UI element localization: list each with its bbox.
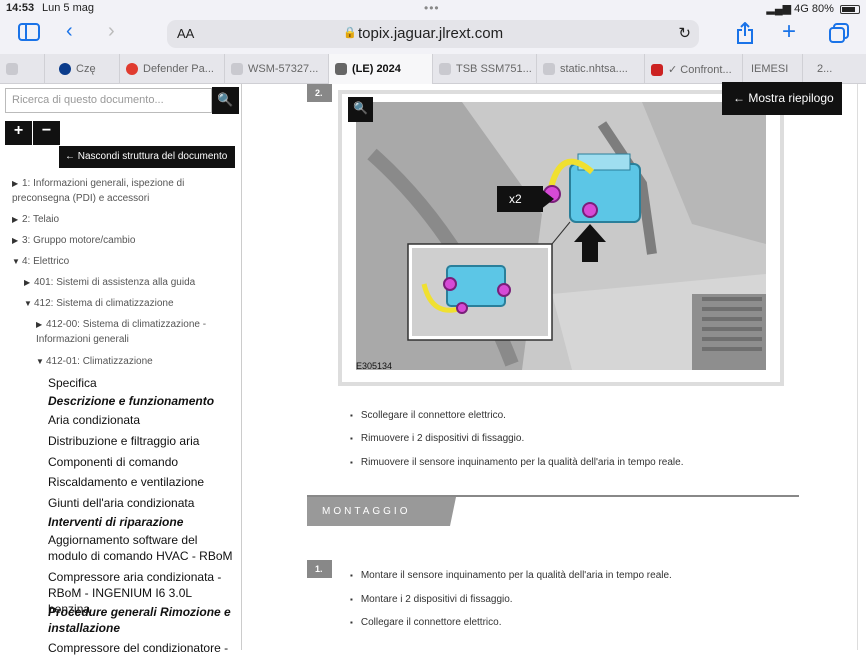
tree-item-412[interactable]: ▼ 412: Sistema di climatizzazione <box>24 296 174 311</box>
tab-wsm[interactable]: WSM-57327... <box>224 54 328 84</box>
network-label: 4G <box>794 3 809 15</box>
heading-descrizione: Descrizione e funzionamento <box>48 394 215 408</box>
tab-favicon-icon <box>59 63 71 76</box>
collapse-arrow-icon[interactable]: ▼ <box>36 354 46 369</box>
tab-close-icon[interactable] <box>335 63 347 76</box>
tree-item-gruppo-motore[interactable]: ▶ 3: Gruppo motore/cambio <box>12 233 135 248</box>
lock-icon: 🔒 <box>343 27 357 39</box>
tab-more[interactable]: 2... <box>802 54 866 84</box>
bullet-item: Rimuovere i 2 dispositivi di fissaggio. <box>350 433 524 444</box>
search-icon: 🔍 <box>217 92 234 107</box>
tree-item-401[interactable]: ▶ 401: Sistemi di assistenza alla guida <box>24 275 195 290</box>
leaf-componenti[interactable]: Componenti di comando <box>48 454 178 470</box>
zoom-in-icon: 🔍 <box>353 101 368 115</box>
content-scroll-edge <box>857 84 858 650</box>
tab-bar: Czę Defender Pa... WSM-57327... (LE) 202… <box>0 54 866 84</box>
battery-label: 80% <box>811 3 834 15</box>
leaf-specifica[interactable]: Specifica <box>48 375 97 391</box>
tree-item-412-01[interactable]: ▼ 412-01: Climatizzazione <box>36 354 153 369</box>
share-icon[interactable] <box>736 21 754 50</box>
tab-pdf-icon <box>651 64 663 77</box>
new-tab-icon[interactable]: + <box>782 18 796 46</box>
show-summary-button[interactable]: ← Mostra riepilogo <box>722 82 842 115</box>
bullet-item: Rimuovere il sensore inquinamento per la… <box>350 457 684 468</box>
status-bar: 14:53 Lun 5 mag ••• ▂▄▆ 4G 80% <box>0 0 866 16</box>
search-input[interactable]: Ricerca di questo documento... <box>5 88 212 113</box>
leaf-riscaldamento[interactable]: Riscaldamento e ventilazione <box>48 474 204 490</box>
hide-structure-button[interactable]: ← Nascondi struttura del documento <box>59 146 235 168</box>
status-right: ▂▄▆ 4G 80% <box>766 2 860 15</box>
tab-active-le2024[interactable]: (LE) 2024 <box>328 54 432 84</box>
url-text: topix.jaguar.jlrext.com <box>358 25 504 42</box>
signal-icon: ▂▄▆ <box>766 3 792 15</box>
leaf-giunti[interactable]: Giunti dell'aria condizionata <box>48 495 194 511</box>
tree-item-informazioni[interactable]: ▶ 1: Informazioni generali, ispezione di … <box>12 176 234 206</box>
browser-toolbar: ‹ › AA 🔒 topix.jaguar.jlrext.com ↻ + <box>0 16 866 54</box>
collapse-all-button[interactable]: − <box>33 121 60 145</box>
figure-code: E305134 <box>356 361 393 371</box>
minus-icon: − <box>41 122 52 139</box>
expand-arrow-icon[interactable]: ▶ <box>12 176 22 191</box>
clock: 14:53 <box>6 2 35 14</box>
tab-favicon-icon <box>231 63 243 76</box>
tab-tsb[interactable]: TSB SSM751... <box>432 54 536 84</box>
tab-confront[interactable]: ✓ Confront... <box>644 54 742 84</box>
sensor-illustration: x2 <box>342 94 780 382</box>
step-number-2: 2. <box>307 84 332 102</box>
tab-defender[interactable]: Defender Pa... <box>119 54 224 84</box>
tab-favicon-icon <box>6 63 18 76</box>
bullet-item: Montare i 2 dispositivi di fissaggio. <box>350 594 513 605</box>
tab-favicon-icon <box>126 63 138 76</box>
text-size-button[interactable]: AA <box>177 26 194 41</box>
bullet-item: Collegare il connettore elettrico. <box>350 617 502 628</box>
sidebar-toggle-icon[interactable] <box>18 23 40 47</box>
tree-item-elettrico[interactable]: ▼ 4: Elettrico <box>12 254 69 269</box>
leaf-compressore-condizionatore[interactable]: Compressore del condizionatore - <box>48 640 238 656</box>
bullet-item: Scollegare il connettore elettrico. <box>350 410 506 421</box>
multitask-dots-icon[interactable]: ••• <box>424 1 440 15</box>
tab-nhtsa[interactable]: static.nhtsa.... <box>536 54 644 84</box>
tree-item-telaio[interactable]: ▶ 2: Telaio <box>12 212 59 227</box>
collapse-arrow-icon[interactable]: ▼ <box>24 296 34 311</box>
tab-czesci[interactable]: Czę <box>44 54 119 84</box>
expand-arrow-icon[interactable]: ▶ <box>36 317 46 332</box>
tabs-overview-icon[interactable] <box>829 23 849 49</box>
tab-iemesi[interactable]: IEMESI <box>742 54 802 84</box>
leaf-aggiornamento-software[interactable]: Aggiornamento software del modulo di com… <box>48 532 238 564</box>
heading-interventi: Interventi di riparazione <box>48 515 184 529</box>
plus-icon: + <box>13 122 24 139</box>
collapse-arrow-icon[interactable]: ▼ <box>12 254 22 269</box>
procedure-figure: x2 <box>338 90 784 386</box>
leaf-distribuzione[interactable]: Distribuzione e filtraggio aria <box>48 433 199 449</box>
tab-favicon-icon <box>543 63 555 76</box>
step-number-1: 1. <box>307 560 332 578</box>
address-bar[interactable]: AA 🔒 topix.jaguar.jlrext.com ↻ <box>167 20 699 48</box>
tree-item-412-00[interactable]: ▶ 412-00: Sistema di climatizzazione - In… <box>36 317 216 347</box>
tab-pinned[interactable] <box>0 54 44 84</box>
reload-icon[interactable]: ↻ <box>678 24 691 42</box>
document-structure-sidebar: Ricerca di questo documento... 🔍 + − ← N… <box>0 84 242 655</box>
search-button[interactable]: 🔍 <box>212 87 239 114</box>
tab-check-icon: ✓ <box>668 64 681 76</box>
forward-icon[interactable]: › <box>108 20 115 43</box>
leaf-aria-condizionata[interactable]: Aria condizionata <box>48 412 140 428</box>
section-heading-montaggio: MONTAGGIO <box>307 497 456 526</box>
heading-procedure-generali: Procedure generali Rimozione e installaz… <box>48 605 231 635</box>
tab-favicon-icon <box>439 63 451 76</box>
expand-all-button[interactable]: + <box>5 121 32 145</box>
callout-x2: x2 <box>509 192 522 206</box>
expand-arrow-icon[interactable]: ▶ <box>12 212 22 227</box>
expand-arrow-icon[interactable]: ▶ <box>24 275 34 290</box>
bullet-item: Montare il sensore inquinamento per la q… <box>350 570 672 581</box>
zoom-button[interactable]: 🔍 <box>348 97 373 122</box>
back-icon[interactable]: ‹ <box>66 20 73 43</box>
battery-icon <box>840 4 860 14</box>
date: Lun 5 mag <box>42 2 94 14</box>
expand-arrow-icon[interactable]: ▶ <box>12 233 22 248</box>
